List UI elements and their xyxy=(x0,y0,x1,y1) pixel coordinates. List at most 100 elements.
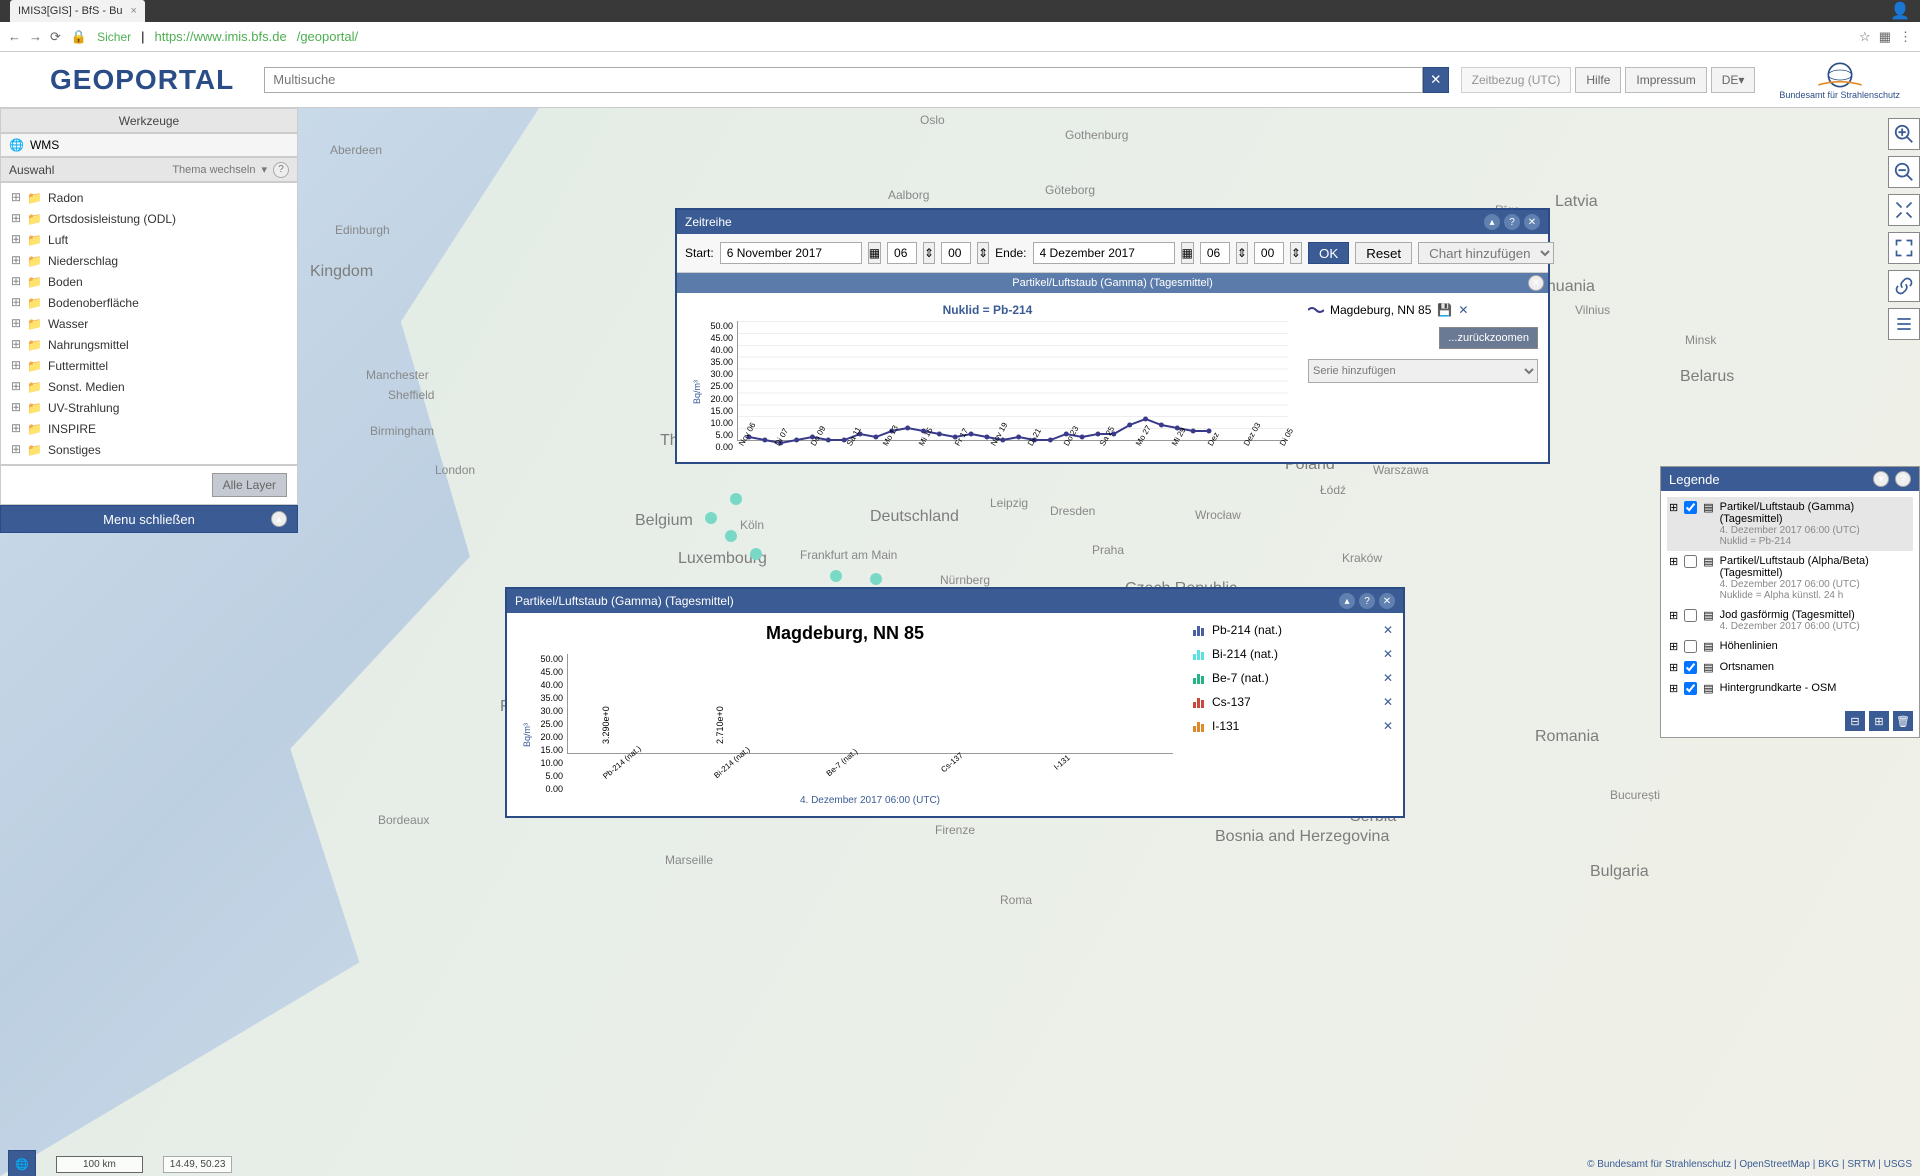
end-min-input[interactable] xyxy=(1254,242,1284,264)
clear-search-button[interactable]: ✕ xyxy=(1423,67,1449,93)
logo: GEOPORTAL xyxy=(20,64,264,96)
legend-entry[interactable]: ⊞▤Partikel/Luftstaub (Gamma) (Tagesmitte… xyxy=(1667,497,1913,551)
tree-item[interactable]: ⊞📁Wasser xyxy=(1,313,297,334)
layer-checkbox[interactable] xyxy=(1684,609,1697,622)
start-hour-input[interactable] xyxy=(887,242,917,264)
close-icon[interactable]: × xyxy=(131,5,137,17)
projection-button[interactable]: 🌐 xyxy=(8,1150,36,1176)
series-add-select[interactable]: Serie hinzufügen xyxy=(1308,359,1538,383)
stepper-icon[interactable]: ⇕ xyxy=(1236,242,1248,264)
stepper-icon[interactable]: ⇕ xyxy=(923,242,935,264)
end-date-input[interactable] xyxy=(1033,242,1175,264)
tree-item[interactable]: ⊞📁UV-Strahlung xyxy=(1,397,297,418)
folder-icon: 📁 xyxy=(27,422,42,436)
tree-item[interactable]: ⊞📁Futtermittel xyxy=(1,355,297,376)
stepper-icon[interactable]: ⇕ xyxy=(1290,242,1302,264)
remove-icon[interactable]: ✕ xyxy=(1383,671,1393,685)
wms-row[interactable]: 🌐 WMS xyxy=(0,133,298,157)
chart-add-select[interactable]: Chart hinzufügen xyxy=(1418,242,1554,264)
zoom-in-button[interactable] xyxy=(1888,118,1920,150)
fullscreen-button[interactable] xyxy=(1888,232,1920,264)
layer-checkbox[interactable] xyxy=(1684,555,1697,568)
menu-icon[interactable]: ⋮ xyxy=(1899,29,1912,45)
close-icon[interactable]: ✕ xyxy=(1524,214,1540,230)
tree-item[interactable]: ⊞📁Luft xyxy=(1,229,297,250)
star-icon[interactable]: ☆ xyxy=(1859,29,1871,45)
help-icon[interactable]: ? xyxy=(1504,214,1520,230)
tree-item[interactable]: ⊞📁Sonstiges xyxy=(1,439,297,460)
remove-icon[interactable]: ✕ xyxy=(1383,719,1393,733)
back-icon[interactable]: ← xyxy=(8,29,21,45)
menu-close-bar[interactable]: Menu schließen ▴ xyxy=(0,505,298,533)
remove-icon[interactable]: ✕ xyxy=(1383,695,1393,709)
impressum-button[interactable]: Impressum xyxy=(1625,67,1706,93)
help-icon[interactable]: ? xyxy=(1359,593,1375,609)
zoom-out-chart-button[interactable]: ...zurückzoomen xyxy=(1439,327,1538,349)
collapse-icon[interactable]: ▴ xyxy=(1339,593,1355,609)
language-select[interactable]: DE ▾ xyxy=(1711,67,1756,93)
time-ref-button[interactable]: Zeitbezug (UTC) xyxy=(1461,67,1572,93)
extension-icon[interactable]: ▦ xyxy=(1879,29,1891,45)
collapse-all-icon[interactable]: ⊟ xyxy=(1845,711,1865,731)
layer-checkbox[interactable] xyxy=(1684,682,1697,695)
tree-item[interactable]: ⊞📁Sonst. Medien xyxy=(1,376,297,397)
extent-button[interactable] xyxy=(1888,194,1920,226)
remove-icon[interactable]: ✕ xyxy=(1383,647,1393,661)
forward-icon[interactable]: → xyxy=(29,29,42,45)
search-input[interactable] xyxy=(264,67,1422,93)
legend-entry[interactable]: ⊞▤Jod gasförmig (Tagesmittel)4. Dezember… xyxy=(1667,605,1913,636)
trash-icon[interactable]: 🗑 xyxy=(1893,711,1913,731)
tree-item[interactable]: ⊞📁INSPIRE xyxy=(1,418,297,439)
close-icon[interactable]: ✕ xyxy=(1528,275,1544,291)
start-min-input[interactable] xyxy=(941,242,971,264)
browser-tab[interactable]: IMIS3[GIS] - BfS - Bu × xyxy=(10,0,145,22)
list-button[interactable] xyxy=(1888,308,1920,340)
layer-checkbox[interactable] xyxy=(1684,661,1697,674)
help-button[interactable]: Hilfe xyxy=(1575,67,1621,93)
tree-item[interactable]: ⊞📁Niederschlag xyxy=(1,250,297,271)
alle-layer-button[interactable]: Alle Layer xyxy=(212,473,287,497)
zoom-out-button[interactable] xyxy=(1888,156,1920,188)
url-host[interactable]: https://www.imis.bfs.de xyxy=(155,29,287,44)
calendar-icon[interactable]: ▦ xyxy=(868,242,881,264)
end-hour-input[interactable] xyxy=(1200,242,1230,264)
legend-entry[interactable]: ⊞▤Höhenlinien xyxy=(1667,636,1913,657)
collapse-icon[interactable]: ▴ xyxy=(1484,214,1500,230)
expand-all-icon[interactable]: ⊞ xyxy=(1869,711,1889,731)
save-icon[interactable]: 💾 xyxy=(1437,303,1452,317)
help-icon[interactable]: ? xyxy=(1895,471,1911,487)
user-icon[interactable]: 👤 xyxy=(1890,1,1910,21)
collapse-icon[interactable]: ▾ xyxy=(1873,471,1889,487)
legend-entry[interactable]: ⊞▤Hintergrundkarte - OSM xyxy=(1667,678,1913,699)
reset-button[interactable]: Reset xyxy=(1355,242,1412,264)
theme-switch-link[interactable]: Thema wechseln xyxy=(172,164,255,176)
remove-icon[interactable]: ✕ xyxy=(1383,623,1393,637)
help-icon[interactable]: ? xyxy=(273,162,289,178)
tree-item[interactable]: ⊞📁Ortsdosisleistung (ODL) xyxy=(1,208,297,229)
close-icon[interactable]: ✕ xyxy=(1379,593,1395,609)
agency-logo: Bundesamt für Strahlenschutz xyxy=(1779,60,1900,100)
tree-item[interactable]: ⊞📁Radon xyxy=(1,187,297,208)
url-path[interactable]: /geoportal/ xyxy=(297,29,358,44)
tree-item[interactable]: ⊞📁Boden xyxy=(1,271,297,292)
stepper-icon[interactable]: ⇕ xyxy=(977,242,989,264)
close-icon[interactable]: ✕ xyxy=(1458,303,1468,317)
start-date-input[interactable] xyxy=(720,242,862,264)
zeitreihe-title[interactable]: Zeitreihe ▴ ? ✕ xyxy=(677,210,1548,234)
collapse-icon[interactable]: ▴ xyxy=(271,511,287,527)
legend-entry[interactable]: ⊞▤Partikel/Luftstaub (Alpha/Beta) (Tages… xyxy=(1667,551,1913,605)
link-button[interactable] xyxy=(1888,270,1920,302)
tree-item[interactable]: ⊞📁Nahrungsmittel xyxy=(1,334,297,355)
line-chart-plot[interactable] xyxy=(737,321,1288,441)
tree-item[interactable]: ⊞📁Bodenoberfläche xyxy=(1,292,297,313)
ok-button[interactable]: OK xyxy=(1308,242,1349,264)
legende-header[interactable]: Legende ▾ ? xyxy=(1661,467,1919,491)
layer-checkbox[interactable] xyxy=(1684,501,1697,514)
calendar-icon[interactable]: ▦ xyxy=(1181,242,1194,264)
barchart-title[interactable]: Partikel/Luftstaub (Gamma) (Tagesmittel)… xyxy=(507,589,1403,613)
legend-entry[interactable]: ⊞▤Ortsnamen xyxy=(1667,657,1913,678)
chevron-down-icon[interactable]: ▾ xyxy=(261,163,267,176)
layer-checkbox[interactable] xyxy=(1684,640,1697,653)
browser-chrome: IMIS3[GIS] - BfS - Bu × 👤 xyxy=(0,0,1920,22)
reload-icon[interactable]: ⟳ xyxy=(50,29,61,45)
